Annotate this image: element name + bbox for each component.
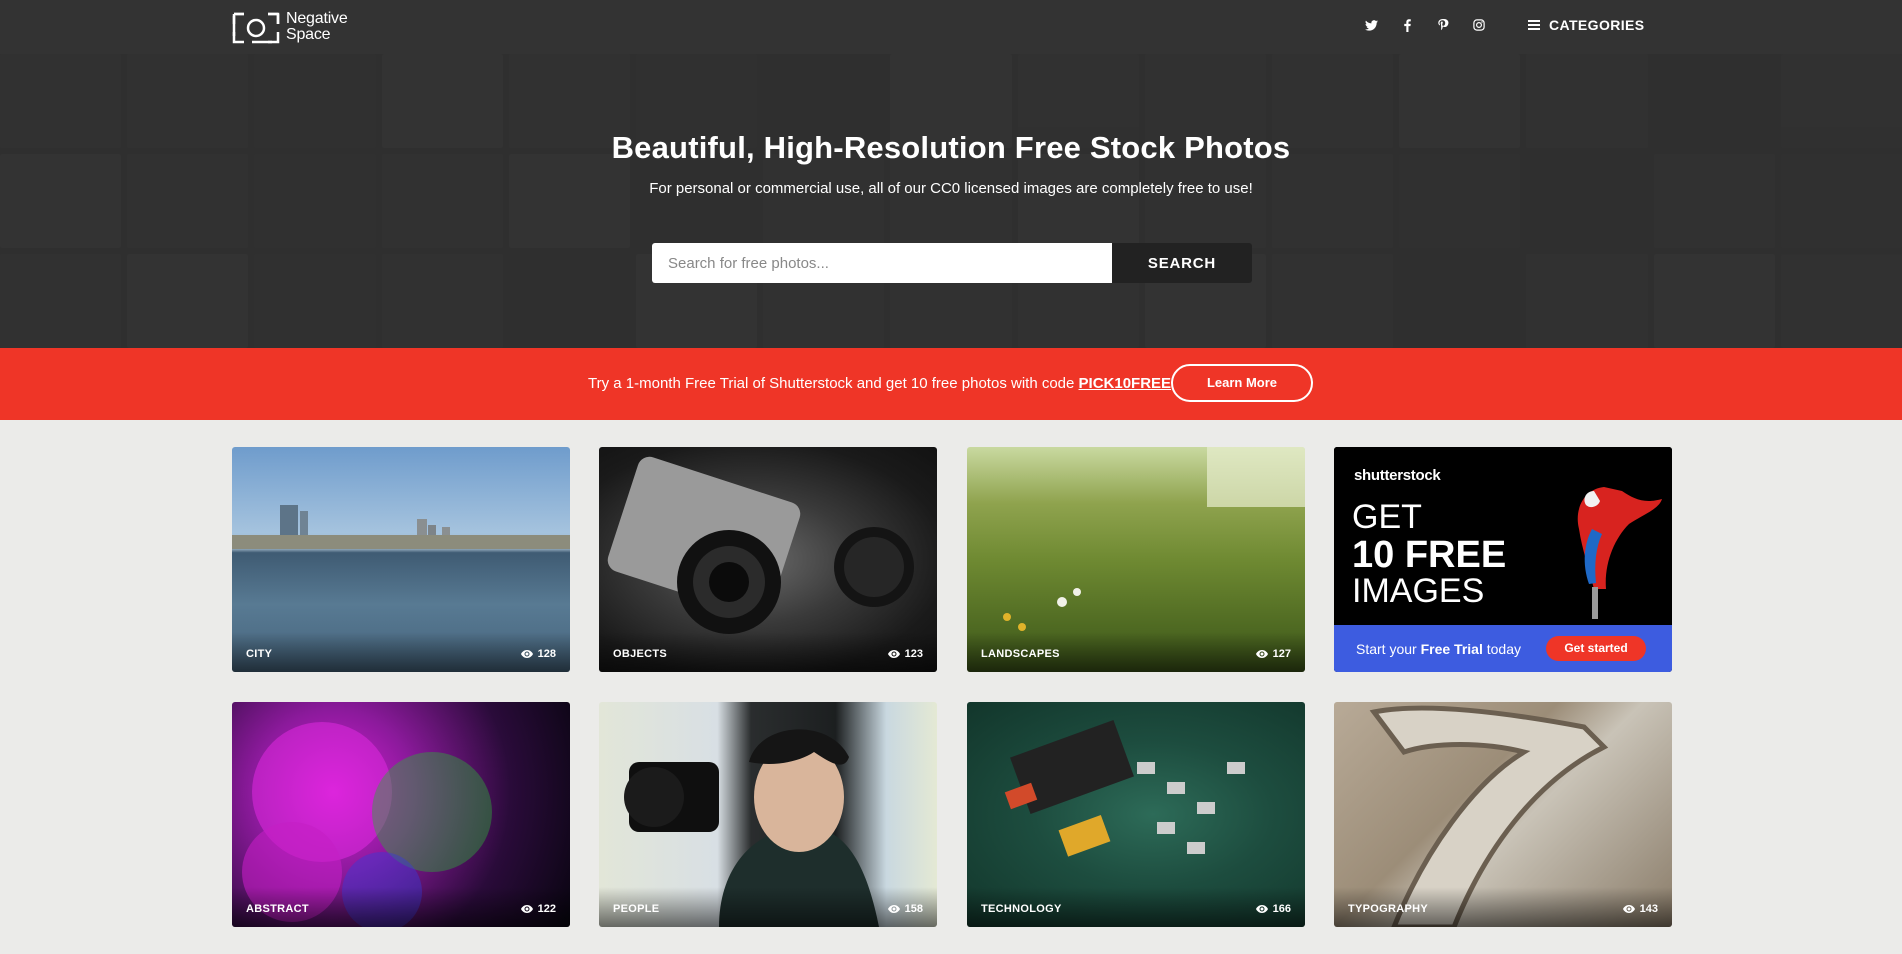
eye-icon — [887, 650, 900, 658]
card-label: PEOPLE — [613, 903, 660, 915]
view-count: 158 — [887, 903, 923, 915]
top-navigation: Negative Space CATEGORIES — [0, 0, 1902, 54]
ad-cta-bar: Start your Free Trial today Get started — [1334, 625, 1672, 672]
parrot-image — [1577, 487, 1662, 619]
camera-logo-icon — [232, 12, 280, 44]
view-count: 166 — [1255, 903, 1291, 915]
view-count: 143 — [1622, 903, 1658, 915]
category-card-abstract[interactable]: ABSTRACT 122 — [232, 702, 570, 927]
view-count: 128 — [520, 648, 556, 660]
social-links — [1362, 16, 1488, 34]
view-count-value: 127 — [1272, 648, 1291, 660]
view-count-value: 128 — [537, 648, 556, 660]
ad-headline-1: GET — [1352, 498, 1422, 536]
view-count-value: 166 — [1272, 903, 1291, 915]
hamburger-icon — [1528, 20, 1540, 30]
eye-icon — [1255, 905, 1268, 913]
promo-banner: Try a 1-month Free Trial of Shutterstock… — [0, 348, 1902, 420]
learn-more-button[interactable]: Learn More — [1171, 364, 1313, 402]
card-label: CITY — [246, 648, 273, 660]
promo-message: Try a 1-month Free Trial of Shutterstock… — [588, 375, 1079, 392]
eye-icon — [520, 650, 533, 658]
get-started-button[interactable]: Get started — [1546, 636, 1646, 661]
card-label: LANDSCAPES — [981, 648, 1060, 660]
pinterest-icon[interactable] — [1434, 16, 1452, 34]
category-card-objects[interactable]: OBJECTS 123 — [599, 447, 937, 672]
ad-headline-3: IMAGES — [1352, 572, 1485, 610]
shutterstock-ad[interactable]: shutterstock GET 10 FREE IMAGES Start yo… — [1334, 447, 1672, 672]
category-card-people[interactable]: PEOPLE 158 — [599, 702, 937, 927]
ad-headline-2: 10 FREE — [1352, 534, 1507, 576]
eye-icon — [1255, 650, 1268, 658]
eye-icon — [520, 905, 533, 913]
site-logo[interactable]: Negative Space — [232, 10, 356, 44]
category-card-typography[interactable]: TYPOGRAPHY 143 — [1334, 702, 1672, 927]
categories-label: CATEGORIES — [1549, 17, 1645, 33]
category-card-city[interactable]: CITY 128 — [232, 447, 570, 672]
eye-icon — [1622, 905, 1635, 913]
instagram-icon[interactable] — [1470, 16, 1488, 34]
ad-cta-text: Start your Free Trial today — [1356, 641, 1521, 657]
view-count: 123 — [887, 648, 923, 660]
card-label: ABSTRACT — [246, 903, 309, 915]
card-label: OBJECTS — [613, 648, 668, 660]
view-count: 122 — [520, 903, 556, 915]
view-count-value: 158 — [904, 903, 923, 915]
card-label: TECHNOLOGY — [981, 903, 1062, 915]
search-bar: SEARCH — [652, 243, 1252, 283]
hero-section: Negative Space CATEGORIES Beautiful, Hig… — [0, 0, 1902, 348]
search-button[interactable]: SEARCH — [1112, 243, 1252, 283]
category-card-landscapes[interactable]: LANDSCAPES 127 — [967, 447, 1305, 672]
card-label: TYPOGRAPHY — [1348, 903, 1429, 915]
hero-title: Beautiful, High-Resolution Free Stock Ph… — [611, 130, 1291, 165]
view-count-value: 143 — [1639, 903, 1658, 915]
view-count-value: 123 — [904, 648, 923, 660]
hero-subtitle: For personal or commercial use, all of o… — [649, 180, 1253, 197]
view-count-value: 122 — [537, 903, 556, 915]
eye-icon — [887, 905, 900, 913]
shutterstock-logo: shutterstock — [1354, 467, 1441, 484]
promo-code[interactable]: PICK10FREE — [1079, 375, 1172, 392]
search-input[interactable] — [652, 243, 1112, 283]
categories-menu-button[interactable]: CATEGORIES — [1528, 17, 1645, 33]
category-card-technology[interactable]: TECHNOLOGY 166 — [967, 702, 1305, 927]
logo-text: Negative Space — [286, 10, 348, 43]
facebook-icon[interactable] — [1398, 16, 1416, 34]
view-count: 127 — [1255, 648, 1291, 660]
promo-text: Try a 1-month Free Trial of Shutterstock… — [588, 375, 1171, 392]
twitter-icon[interactable] — [1362, 16, 1380, 34]
